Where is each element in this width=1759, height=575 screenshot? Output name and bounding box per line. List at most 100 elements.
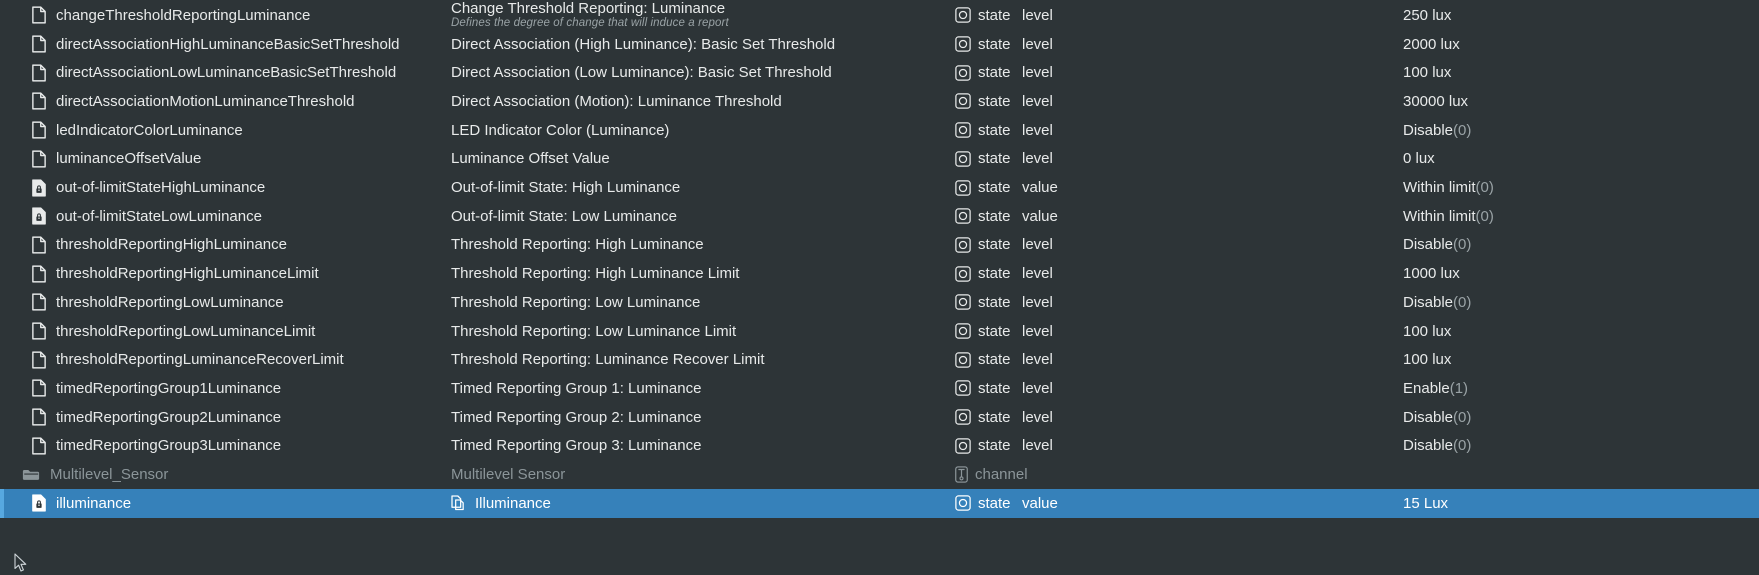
row-value-cell[interactable]: 30000 lux (1403, 94, 1468, 109)
table-row-selected[interactable]: illuminance Illuminance state value 15 Lux (0, 488, 1759, 518)
row-name-cell[interactable]: ledIndicatorColorLuminance (32, 121, 243, 139)
row-value-cell[interactable]: Disable(0) (1403, 438, 1471, 453)
row-name-label: timedReportingGroup3Luminance (56, 437, 282, 455)
row-description-cell[interactable]: Threshold Reporting: High Luminance (451, 237, 704, 252)
row-name-cell[interactable]: thresholdReportingLuminanceRecoverLimit (32, 351, 344, 369)
table-row[interactable]: thresholdReportingLowLuminanceLimit Thres… (0, 317, 1759, 346)
row-type-label: state (978, 35, 1011, 53)
state-circle-icon (955, 438, 971, 454)
row-type-label: state (978, 437, 1011, 455)
row-description-cell[interactable]: Out-of-limit State: High Luminance (451, 180, 680, 195)
table-row[interactable]: out-of-limitStateHighLuminance Out-of-lim… (0, 173, 1759, 202)
row-name-cell[interactable]: Multilevel_Sensor (22, 467, 168, 482)
table-row[interactable]: changeThresholdReportingLuminance Change … (0, 1, 1759, 30)
document-icon (32, 236, 46, 254)
row-description-cell[interactable]: Illuminance (451, 495, 551, 512)
row-name-cell[interactable]: out-of-limitStateLowLuminance (32, 207, 262, 225)
row-value-cell[interactable]: Disable(0) (1403, 295, 1471, 310)
row-value-cell[interactable]: 100 lux (1403, 65, 1451, 80)
table-row[interactable]: directAssociationMotionLuminanceThreshol… (0, 87, 1759, 116)
row-description-cell[interactable]: Change Threshold Reporting: Luminance Def… (451, 1, 729, 30)
row-value-cell[interactable]: Within limit(0) (1403, 180, 1494, 195)
row-value-cell[interactable]: Within limit(0) (1403, 209, 1494, 224)
row-value-cell[interactable]: 250 lux (1403, 8, 1451, 23)
row-description-cell[interactable]: Threshold Reporting: Low Luminance Limit (451, 324, 736, 339)
property-list[interactable]: changeThresholdReportingLuminance Change … (0, 0, 1759, 575)
row-value-code: (0) (1453, 437, 1472, 455)
table-row[interactable]: thresholdReportingHighLuminance Threshold… (0, 231, 1759, 260)
row-name-cell[interactable]: directAssociationHighLuminanceBasicSetTh… (32, 35, 400, 53)
row-type-label: state (978, 236, 1011, 254)
row-property-label: level (1022, 150, 1053, 168)
row-value-cell[interactable]: 0 lux (1403, 151, 1435, 166)
row-name-label: changeThresholdReportingLuminance (56, 6, 311, 24)
row-description-cell[interactable]: Luminance Offset Value (451, 151, 610, 166)
row-name-cell[interactable]: thresholdReportingLowLuminanceLimit (32, 322, 315, 340)
table-row[interactable]: thresholdReportingLowLuminance Threshold … (0, 288, 1759, 317)
row-value-cell[interactable]: Disable(0) (1403, 410, 1471, 425)
row-value-cell[interactable]: 2000 lux (1403, 37, 1460, 52)
table-row[interactable]: Multilevel_Sensor Multilevel Sensor channe… (0, 460, 1759, 489)
state-circle-icon (955, 323, 971, 339)
row-value-label: 30000 lux (1403, 92, 1469, 110)
row-value-cell[interactable]: 100 lux (1403, 352, 1451, 367)
row-value-cell[interactable]: Disable(0) (1403, 237, 1471, 252)
row-name-cell[interactable]: timedReportingGroup2Luminance (32, 408, 281, 426)
row-name-cell[interactable]: illuminance (32, 494, 131, 512)
table-row[interactable]: directAssociationLowLuminanceBasicSetThr… (0, 58, 1759, 87)
row-property-label: level (1022, 35, 1053, 53)
row-value-cell[interactable]: Enable(1) (1403, 381, 1468, 396)
row-description-cell[interactable]: Direct Association (Motion): Luminance T… (451, 94, 782, 109)
row-type-cell: state (955, 122, 1011, 138)
row-name-label: out-of-limitStateHighLuminance (56, 179, 266, 197)
row-value-label: Disable (1403, 437, 1454, 455)
state-circle-icon (955, 208, 971, 224)
row-description-cell[interactable]: Out-of-limit State: Low Luminance (451, 209, 677, 224)
row-name-label: luminanceOffsetValue (56, 150, 202, 168)
table-row[interactable]: ledIndicatorColorLuminance LED Indicator … (0, 116, 1759, 145)
row-name-cell[interactable]: directAssociationLowLuminanceBasicSetThr… (32, 64, 396, 82)
row-value-cell[interactable]: 1000 lux (1403, 266, 1460, 281)
row-name-cell[interactable]: timedReportingGroup1Luminance (32, 379, 281, 397)
table-row[interactable]: thresholdReportingLuminanceRecoverLimit T… (0, 345, 1759, 374)
row-description-label: Threshold Reporting: High Luminance (451, 236, 704, 254)
state-circle-icon (955, 237, 971, 253)
table-row[interactable]: timedReportingGroup2Luminance Timed Repor… (0, 403, 1759, 432)
row-name-cell[interactable]: luminanceOffsetValue (32, 150, 201, 168)
table-row[interactable]: directAssociationHighLuminanceBasicSetTh… (0, 30, 1759, 59)
row-value-cell[interactable]: Disable(0) (1403, 123, 1471, 138)
row-name-cell[interactable]: thresholdReportingHighLuminance (32, 236, 287, 254)
row-type-cell: state (955, 294, 1011, 310)
table-row[interactable]: out-of-limitStateLowLuminance Out-of-limi… (0, 202, 1759, 231)
row-name-cell[interactable]: thresholdReportingLowLuminance (32, 293, 284, 311)
table-row[interactable]: thresholdReportingHighLuminanceLimit Thre… (0, 259, 1759, 288)
row-description-cell[interactable]: Timed Reporting Group 2: Luminance (451, 410, 701, 425)
document-icon (32, 408, 46, 426)
row-description-cell[interactable]: Timed Reporting Group 1: Luminance (451, 381, 701, 396)
row-name-label: thresholdReportingLowLuminanceLimit (56, 322, 316, 340)
row-description-cell[interactable]: Timed Reporting Group 3: Luminance (451, 438, 701, 453)
row-description-label: Change Threshold Reporting: Luminance (451, 0, 726, 18)
row-name-cell[interactable]: changeThresholdReportingLuminance (32, 6, 310, 24)
table-row[interactable]: luminanceOffsetValue Luminance Offset Val… (0, 145, 1759, 174)
row-type-cell: state (955, 65, 1011, 81)
row-description-cell[interactable]: LED Indicator Color (Luminance) (451, 123, 669, 138)
row-property-label: level (1022, 92, 1053, 110)
row-description-cell[interactable]: Threshold Reporting: Luminance Recover L… (451, 352, 764, 367)
row-name-cell[interactable]: out-of-limitStateHighLuminance (32, 179, 265, 197)
row-type-cell: state (955, 93, 1011, 109)
row-description-cell[interactable]: Direct Association (High Luminance): Bas… (451, 37, 835, 52)
row-description-cell[interactable]: Threshold Reporting: Low Luminance (451, 295, 700, 310)
row-description-cell[interactable]: Direct Association (Low Luminance): Basi… (451, 65, 832, 80)
table-row[interactable]: timedReportingGroup3Luminance Timed Repor… (0, 432, 1759, 461)
row-value-cell[interactable]: 100 lux (1403, 324, 1451, 339)
row-name-label: directAssociationMotionLuminanceThreshol… (56, 92, 355, 110)
row-description-cell[interactable]: Multilevel Sensor (451, 467, 565, 482)
row-name-label: Multilevel_Sensor (50, 466, 169, 484)
row-value-cell[interactable]: 15 Lux (1403, 496, 1448, 511)
row-description-cell[interactable]: Threshold Reporting: High Luminance Limi… (451, 266, 739, 281)
table-row[interactable]: timedReportingGroup1Luminance Timed Repor… (0, 374, 1759, 403)
row-name-cell[interactable]: directAssociationMotionLuminanceThreshol… (32, 92, 355, 110)
row-name-cell[interactable]: thresholdReportingHighLuminanceLimit (32, 265, 319, 283)
row-name-cell[interactable]: timedReportingGroup3Luminance (32, 437, 281, 455)
